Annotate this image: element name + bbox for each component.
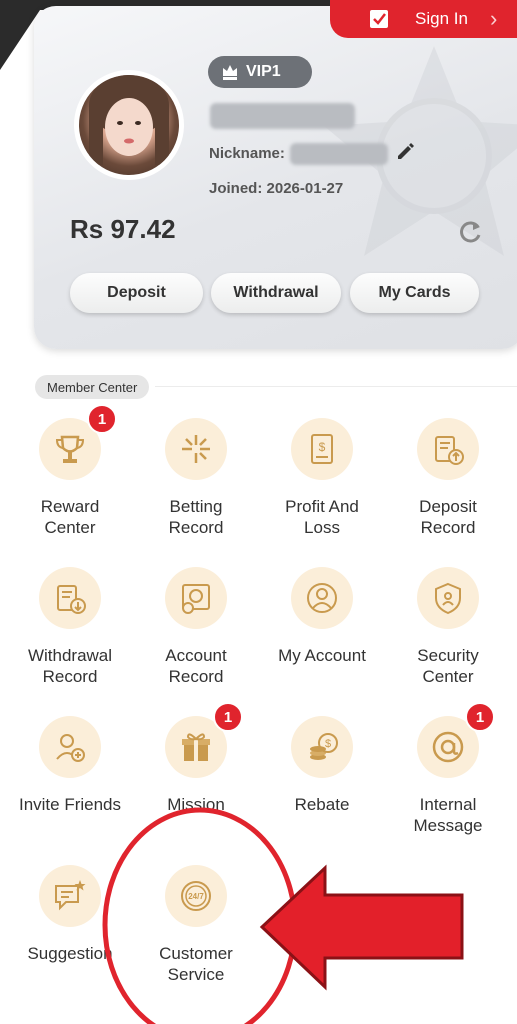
member-item-invite-friends[interactable]: Invite Friends <box>7 716 133 815</box>
member-center-title: Member Center <box>35 375 150 399</box>
member-item-label: Account Record <box>165 646 227 686</box>
member-item-label: Withdrawal Record <box>27 646 113 686</box>
member-item-rebate[interactable]: $ Rebate <box>259 716 385 815</box>
joined-row: Joined: 2026-01-27 <box>209 180 343 197</box>
member-item-label: Deposit Record <box>419 497 477 537</box>
vip-crown-icon <box>223 65 237 80</box>
notification-badge: 1 <box>87 404 117 434</box>
member-item-my-account[interactable]: My Account <box>259 567 385 666</box>
betting-record-icon <box>165 418 227 480</box>
trophy-icon: 1 <box>39 404 117 480</box>
withdrawal-record-icon <box>39 567 101 629</box>
member-item-security-center[interactable]: Security Center <box>385 567 511 687</box>
member-item-customer-service[interactable]: 24/7 Customer Service <box>133 865 259 985</box>
sign-in-label: Sign In <box>415 9 468 28</box>
member-item-label: Internal Message <box>413 795 483 835</box>
member-item-internal-message[interactable]: 1 Internal Message <box>385 702 511 836</box>
member-item-label: Customer Service <box>159 944 233 984</box>
notification-badge: 1 <box>213 702 243 732</box>
member-item-label: Rebate <box>294 795 350 814</box>
support-24-7-icon: 24/7 <box>165 865 227 927</box>
avatar[interactable] <box>74 70 184 180</box>
sign-in-button[interactable]: Sign In › <box>330 0 517 38</box>
svg-text:$: $ <box>319 440 326 454</box>
chevron-right-icon: › <box>490 6 498 31</box>
section-divider <box>155 386 517 387</box>
joined-label: Joined: <box>209 180 263 197</box>
gift-icon: 1 <box>165 702 243 778</box>
account-record-icon <box>165 567 227 629</box>
member-item-deposit-record[interactable]: Deposit Record <box>385 418 511 538</box>
withdrawal-button[interactable]: Withdrawal <box>211 273 341 313</box>
member-item-label: Betting Record <box>168 497 224 537</box>
sign-in-check-icon <box>370 10 388 28</box>
member-item-label: Profit And Loss <box>285 497 359 537</box>
member-item-reward-center[interactable]: 1 Reward Center <box>7 404 133 538</box>
vip-badge: VIP1 <box>208 56 312 88</box>
member-item-label: Reward Center <box>40 497 100 537</box>
user-icon <box>291 567 353 629</box>
svg-text:$: $ <box>325 738 331 750</box>
member-item-account-record[interactable]: Account Record <box>133 567 259 687</box>
edit-pencil-icon[interactable] <box>395 141 415 161</box>
nickname-redacted <box>290 143 388 165</box>
member-item-label: Mission <box>167 795 225 814</box>
member-item-withdrawal-record[interactable]: Withdrawal Record <box>7 567 133 687</box>
member-item-label: Security Center <box>417 646 479 686</box>
vip-level: VIP1 <box>246 63 281 80</box>
pointer-arrow <box>259 864 464 991</box>
refresh-icon[interactable] <box>458 219 484 245</box>
member-item-profit-and-loss[interactable]: $ Profit And Loss <box>259 418 385 538</box>
svg-text:24/7: 24/7 <box>188 892 204 901</box>
username-redacted <box>210 103 355 129</box>
chat-icon <box>39 865 101 927</box>
member-item-label: My Account <box>278 646 366 665</box>
deposit-button[interactable]: Deposit <box>70 273 203 313</box>
nickname-label: Nickname: <box>209 145 285 162</box>
member-item-betting-record[interactable]: Betting Record <box>133 418 259 538</box>
member-item-label: Suggestion <box>27 944 113 963</box>
joined-date: 2026-01-27 <box>266 180 344 197</box>
coins-icon: $ <box>291 716 353 778</box>
my-cards-button[interactable]: My Cards <box>350 273 479 313</box>
invite-friends-icon <box>39 716 101 778</box>
balance-amount: Rs 97.42 <box>70 214 176 244</box>
at-sign-icon: 1 <box>417 702 495 778</box>
notification-badge: 1 <box>465 702 495 732</box>
deposit-record-icon <box>417 418 479 480</box>
member-item-label: Invite Friends <box>18 795 122 814</box>
member-item-mission[interactable]: 1 Mission <box>133 702 259 815</box>
profit-loss-icon: $ <box>291 418 353 480</box>
member-item-suggestion[interactable]: Suggestion <box>7 865 133 964</box>
shield-icon <box>417 567 479 629</box>
